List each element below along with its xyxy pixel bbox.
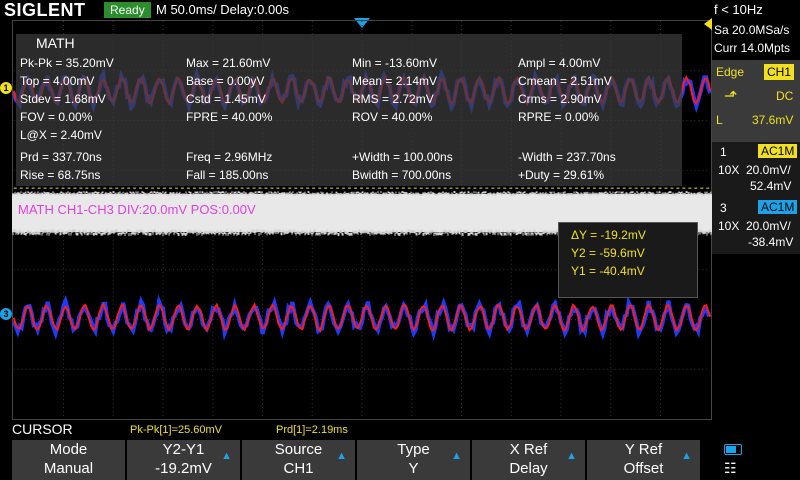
math-measure-r6-c3: +Duty = 29.61%	[518, 168, 604, 182]
softkey-y-ref[interactable]: Y Ref Offset ▲	[587, 440, 702, 480]
timebase-readout[interactable]: M 50.0ms/ Delay:0.00s	[156, 1, 289, 19]
ch1-offset: 52.4mV	[750, 178, 791, 194]
cursor-y1: Y1 = -40.4mV	[571, 263, 645, 279]
math-measure-r2-c0: Stdev = 1.68mV	[20, 92, 106, 106]
math-measure-r2-c1: Cstd = 1.45mV	[186, 92, 266, 106]
math-panel-title: MATH	[36, 36, 75, 50]
run-status-badge[interactable]: Ready	[104, 2, 151, 18]
math-measure-r3-c2: ROV = 40.00%	[352, 110, 432, 124]
math-measure-r0-c3: Ampl = 4.00mV	[518, 56, 600, 70]
math-measure-r2-c2: RMS = 2.72mV	[352, 92, 434, 106]
softkey-y2-y1[interactable]: Y2-Y1 -19.2mV ▲	[127, 440, 242, 480]
softkey-source[interactable]: Source CH1 ▲	[242, 440, 357, 480]
ch3-bottom-waveform	[14, 301, 711, 334]
knob-arrow-icon: ▲	[221, 450, 232, 462]
cursor-delta-y: ΔY = -19.2mV	[571, 227, 646, 243]
ch1-scale: 20.0mV/	[746, 162, 791, 178]
math-measure-r5-c1: Freq = 2.96MHz	[186, 150, 272, 164]
battery-icon	[724, 444, 742, 455]
math-measure-r0-c0: Pk-Pk = 35.20mV	[20, 56, 114, 70]
ch1-probe: 10X	[718, 162, 739, 178]
math-measure-r0-c2: Min = -13.60mV	[352, 56, 437, 70]
cursor-readout-box: ΔY = -19.2mV Y2 = -59.6mV Y1 = -40.4mV	[558, 222, 698, 298]
math-measure-r1-c2: Mean = 2.14mV	[352, 74, 437, 88]
softkey-x-ref[interactable]: X Ref Delay ▲	[472, 440, 587, 480]
measure-period: Prd[1]=2.19ms	[276, 424, 348, 436]
math-measure-r1-c0: Top = 4.00mV	[20, 74, 94, 88]
knob-arrow-icon: ▲	[566, 450, 577, 462]
math-measure-r1-c3: Cmean = 2.51mV	[518, 74, 612, 88]
math-measure-r6-c0: Rise = 68.75ns	[20, 168, 100, 182]
math-measure-r5-c0: Prd = 337.70ns	[20, 150, 102, 164]
ch3-coupling: AC1M	[758, 200, 797, 214]
math-measure-r5-c3: -Width = 237.70ns	[518, 150, 616, 164]
frequency-counter: f < 10Hz	[714, 1, 763, 19]
menu-title: CURSOR	[12, 421, 73, 437]
system-status-area: ☷	[702, 440, 800, 480]
math-measure-r0-c1: Max = 21.60mV	[186, 56, 270, 70]
ch1-offset-marker-icon[interactable]: 1	[0, 82, 12, 94]
math-measure-r6-c2: Bwidth = 700.00ns	[352, 168, 451, 182]
math-measure-r4-c0: L@X = 2.40mV	[20, 128, 102, 142]
math-measure-r1-c1: Base = 0.00yV	[186, 74, 264, 88]
math-measure-r5-c2: +Width = 100.00ns	[352, 150, 453, 164]
trigger-level-label: L	[716, 112, 723, 128]
sample-rate: Sa 20.0MSa/s	[714, 22, 789, 38]
softkey-mode-label: Mode	[12, 440, 125, 459]
math-measure-r6-c1: Fall = 185.00ns	[186, 168, 268, 182]
knob-arrow-icon: ▲	[681, 450, 692, 462]
ch3-offset-marker-icon[interactable]: 3	[0, 308, 12, 320]
trigger-coupling: DC	[776, 88, 793, 104]
ch3-info-box[interactable]: 3 AC1M 10X 20.0mV/ -38.4mV	[712, 198, 800, 254]
measure-pkpk: Pk-Pk[1]=25.60mV	[130, 424, 222, 436]
trigger-info-box[interactable]: Edge CH1 ⬏ DC L 37.6mV	[712, 60, 800, 152]
ch3-scale: 20.0mV/	[746, 218, 791, 234]
ch1-id: 1	[720, 144, 727, 160]
cursor-y2: Y2 = -59.6mV	[571, 245, 645, 261]
knob-arrow-icon: ▲	[451, 450, 462, 462]
softkey-type[interactable]: Type Y ▲	[357, 440, 472, 480]
math-trace-label: MATH CH1-CH3 DIV:20.0mV POS:0.00V	[18, 202, 256, 218]
knob-arrow-icon: ▲	[336, 450, 347, 462]
network-icon: ☷	[724, 460, 737, 477]
math-measurement-panel: MATH Pk-Pk = 35.20mV Max = 21.60mV Min = -…	[16, 34, 682, 186]
right-info-panel: Sa 20.0MSa/s Curr 14.0Mpts Edge CH1 ⬏ DC…	[712, 20, 800, 420]
trigger-source: CH1	[764, 64, 794, 80]
math-measure-r3-c3: RPRE = 0.00%	[518, 110, 599, 124]
ch1-info-box[interactable]: 1 AC1M 10X 20.0mV/ 52.4mV	[712, 142, 800, 198]
ch3-id: 3	[720, 200, 727, 216]
softkey-mode-value: Manual	[12, 459, 125, 478]
math-measure-r3-c0: FOV = 0.00%	[20, 110, 92, 124]
memory-depth: Curr 14.0Mpts	[714, 40, 790, 56]
rising-edge-icon: ⬏	[724, 86, 737, 106]
ch3-offset: -38.4mV	[748, 234, 793, 250]
ch3-probe: 10X	[718, 218, 739, 234]
trigger-level-marker-icon[interactable]	[704, 18, 712, 30]
softkey-mode[interactable]: Mode Manual	[12, 440, 127, 480]
math-measure-r2-c3: Crms = 2.90mV	[518, 92, 602, 106]
brand-logo: SIGLENT	[4, 0, 86, 20]
trigger-level-value: 37.6mV	[752, 112, 793, 128]
trigger-mode: Edge	[716, 64, 744, 80]
math-measure-r3-c1: FPRE = 40.00%	[186, 110, 272, 124]
ch1-coupling: AC1M	[758, 144, 797, 158]
